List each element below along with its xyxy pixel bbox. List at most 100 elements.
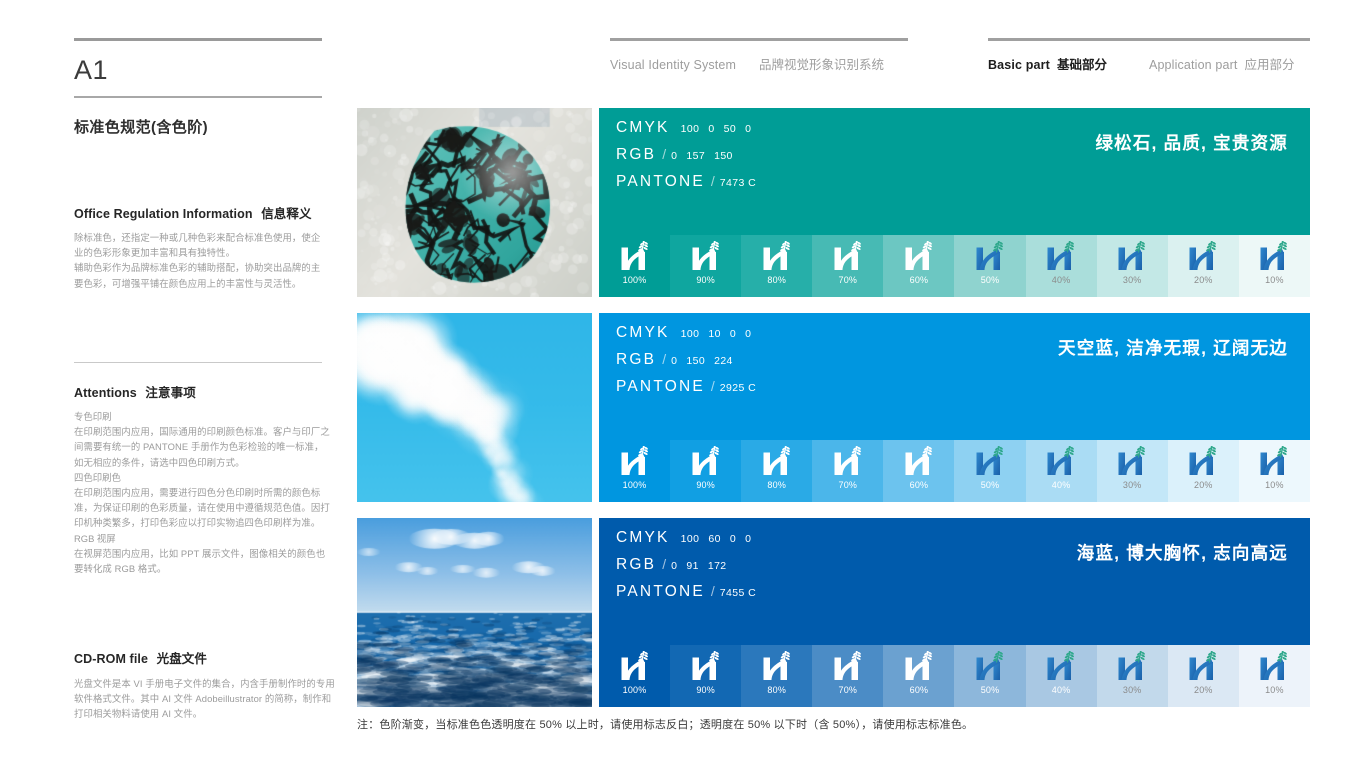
brand-h-wheat-logo: [1046, 651, 1076, 683]
color-slogan: 天空蓝, 洁净无瑕, 辽阔无边: [1058, 335, 1288, 360]
tint-swatch-30[interactable]: 30%: [1097, 440, 1168, 502]
tint-swatch-80[interactable]: 80%: [741, 645, 812, 707]
brand-h-wheat-logo: [975, 446, 1005, 478]
tint-swatch-90[interactable]: 90%: [670, 645, 741, 707]
brand-h-wheat-logo: [1259, 651, 1289, 683]
attention-text-1: 在印刷范围内应用，国际通用的印刷颜色标准。客户与印厂之间需要有统一的 PANTO…: [74, 424, 332, 470]
tint-percentage-label: 90%: [696, 480, 715, 490]
tint-swatch-10[interactable]: 10%: [1239, 440, 1310, 502]
tint-swatch-50[interactable]: 50%: [954, 235, 1025, 297]
tint-swatch-70[interactable]: 70%: [812, 440, 883, 502]
spec-separator: /: [662, 351, 666, 367]
page-code: A1: [74, 55, 324, 86]
tint-percentage-label: 90%: [696, 685, 715, 695]
tint-swatch-20[interactable]: 20%: [1168, 235, 1239, 297]
tint-percentage-label: 80%: [767, 275, 786, 285]
top-navigation: Visual Identity System 品牌视觉形象识别系统 Basic …: [610, 38, 1310, 82]
tint-swatch-100[interactable]: 100%: [599, 235, 670, 297]
tint-swatch-70[interactable]: 70%: [812, 645, 883, 707]
tint-percentage-label: 10%: [1265, 480, 1284, 490]
color-row-sky-blue: CMYK 100 10 0 0 RGB / 0 150 224 PANTONE / 2925 C 天空蓝,…: [357, 313, 1310, 502]
tint-swatch-90[interactable]: 90%: [670, 440, 741, 502]
color-row-ocean-blue: CMYK 100 60 0 0 RGB/0 91 172 PANTONE/7455 C 海蓝, 博…: [357, 518, 1310, 707]
nav-item-application-part[interactable]: Application part 应用部分: [1149, 54, 1295, 73]
tint-percentage-label: 100%: [623, 480, 647, 490]
tint-swatch-30[interactable]: 30%: [1097, 235, 1168, 297]
tint-swatch-20[interactable]: 20%: [1168, 645, 1239, 707]
tint-scale-strip: 100% 90% 80% 70% 60% 50% 40% 30% 20% 10%: [599, 440, 1310, 502]
office-paragraph-2: 辅助色彩作为品牌标准色彩的辅助搭配，协助突出品牌的主要色彩，可增强平铺在颜色应用…: [74, 260, 327, 290]
spec-value-cmyk: 100 0 50 0: [681, 123, 752, 135]
tint-swatch-90[interactable]: 90%: [670, 235, 741, 297]
sidebar-divider: [74, 362, 322, 363]
brand-h-wheat-logo: [1046, 241, 1076, 273]
brand-h-wheat-logo: [975, 241, 1005, 273]
tint-swatch-40[interactable]: 40%: [1026, 645, 1097, 707]
nav-rule-left: [610, 38, 908, 41]
brand-h-wheat-logo: [1188, 651, 1218, 683]
nav-item-basic-part[interactable]: Basic part 基础部分: [988, 54, 1107, 73]
brand-h-wheat-logo: [1188, 651, 1218, 683]
color-row-turquoise: CMYK 100 0 50 0 RGB/0 157 150 PANTONE/7473 C 绿松石,…: [357, 108, 1310, 297]
brand-h-wheat-logo: [691, 241, 721, 273]
tint-percentage-label: 80%: [767, 480, 786, 490]
tint-percentage-label: 40%: [1052, 685, 1071, 695]
brand-h-wheat-logo: [904, 446, 934, 478]
spec-label-pantone: PANTONE: [616, 378, 705, 396]
tint-swatch-40[interactable]: 40%: [1026, 440, 1097, 502]
attention-text-3: 在视屏范围内应用，比如 PPT 展示文件，图像相关的颜色也要转化成 RGB 格式…: [74, 546, 332, 576]
spec-label-cmyk: CMYK: [616, 324, 670, 342]
spec-separator: /: [711, 378, 715, 394]
tint-swatch-20[interactable]: 20%: [1168, 440, 1239, 502]
tint-swatch-10[interactable]: 10%: [1239, 235, 1310, 297]
brand-h-wheat-logo: [833, 241, 863, 273]
spec-separator: /: [662, 556, 666, 572]
brand-h-wheat-logo: [1117, 651, 1147, 683]
spec-label-rgb: RGB: [616, 351, 656, 369]
top-rule: [74, 38, 322, 41]
brand-h-wheat-logo: [1188, 446, 1218, 478]
page-title: 标准色规范(含色阶): [74, 116, 324, 137]
brand-h-wheat-logo: [1117, 241, 1147, 273]
spec-value-pantone: 7455 C: [720, 587, 756, 599]
tint-swatch-60[interactable]: 60%: [883, 645, 954, 707]
section-heading-en: Attentions: [74, 386, 137, 400]
tint-percentage-label: 30%: [1123, 685, 1142, 695]
tint-swatch-10[interactable]: 10%: [1239, 645, 1310, 707]
tint-percentage-label: 70%: [839, 480, 858, 490]
tint-swatch-60[interactable]: 60%: [883, 440, 954, 502]
brand-h-wheat-logo: [975, 651, 1005, 683]
spec-label-rgb: RGB: [616, 146, 656, 164]
tint-swatch-80[interactable]: 80%: [741, 440, 812, 502]
tint-swatch-50[interactable]: 50%: [954, 440, 1025, 502]
color-slogan: 绿松石, 品质, 宝贵资源: [1095, 130, 1288, 155]
nav-label-en: Basic part: [988, 58, 1050, 72]
tint-swatch-50[interactable]: 50%: [954, 645, 1025, 707]
color-swatch-main: CMYK 100 0 50 0 RGB / 0 157 150 PANTONE / 7473 C 绿松石,…: [599, 108, 1310, 235]
cdrom-text: 光盘文件是本 VI 手册电子文件的集合，内含手册制作时的专用软件格式文件。其中 …: [74, 676, 336, 722]
tint-swatch-40[interactable]: 40%: [1026, 235, 1097, 297]
attention-label-3: RGB 视屏: [74, 531, 332, 546]
tint-percentage-label: 20%: [1194, 685, 1213, 695]
tint-swatch-30[interactable]: 30%: [1097, 645, 1168, 707]
nav-item-visual-identity-system[interactable]: Visual Identity System 品牌视觉形象识别系统: [610, 54, 884, 73]
brand-h-wheat-logo: [762, 446, 792, 478]
tint-swatch-100[interactable]: 100%: [599, 645, 670, 707]
tint-swatch-70[interactable]: 70%: [812, 235, 883, 297]
brand-h-wheat-logo: [620, 446, 650, 478]
section-heading: Attentions 注意事项: [74, 382, 332, 401]
tint-percentage-label: 80%: [767, 685, 786, 695]
brand-h-wheat-logo: [904, 651, 934, 683]
color-spec-list: CMYK 100 0 50 0 RGB / 0 157 150 PANTONE / 7473 C: [616, 119, 756, 200]
spec-rgb: RGB/0 150 224: [616, 351, 756, 378]
brand-h-wheat-logo: [1046, 241, 1076, 273]
tint-swatch-60[interactable]: 60%: [883, 235, 954, 297]
spec-value-rgb: 0 91 172: [671, 560, 726, 572]
office-paragraph-1: 除标准色，还指定一种或几种色彩来配合标准色使用，使企业的色彩形象更加丰富和具有独…: [74, 230, 327, 260]
section-attentions: Attentions 注意事项 专色印刷 在印刷范围内应用，国际通用的印刷颜色标…: [74, 382, 332, 576]
tint-swatch-100[interactable]: 100%: [599, 440, 670, 502]
tint-percentage-label: 60%: [910, 685, 929, 695]
tint-swatch-80[interactable]: 80%: [741, 235, 812, 297]
section-heading: Office Regulation Information 信息释义: [74, 203, 327, 222]
brand-h-wheat-logo: [691, 241, 721, 273]
